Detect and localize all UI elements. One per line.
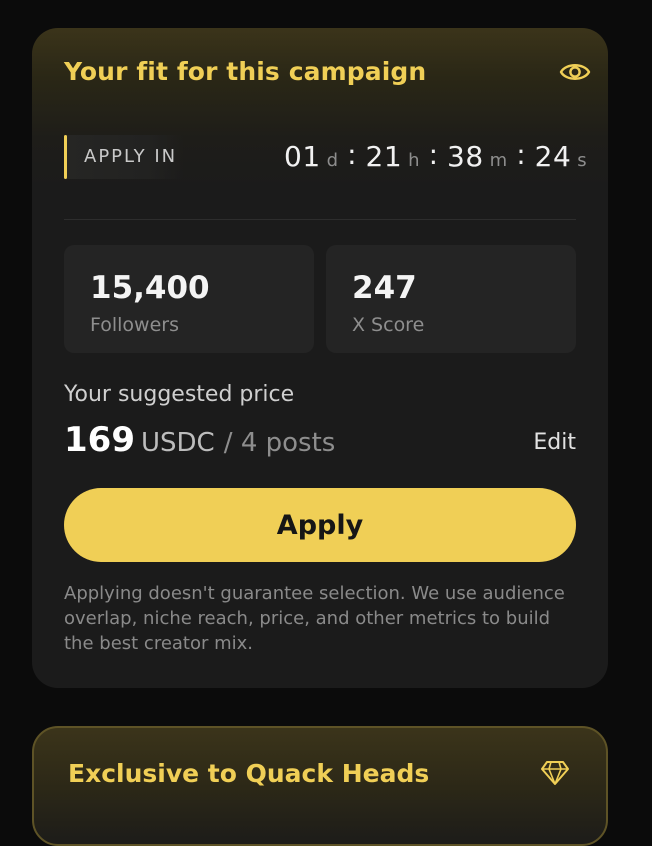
countdown-hours-unit: h bbox=[408, 150, 420, 171]
accent-bar bbox=[64, 135, 67, 179]
edit-price-link[interactable]: Edit bbox=[533, 429, 576, 457]
stat-label: X Score bbox=[352, 314, 425, 336]
divider bbox=[64, 219, 576, 220]
countdown-minutes-unit: m bbox=[489, 150, 508, 171]
exclusive-title: Exclusive to Quack Heads bbox=[68, 759, 430, 788]
countdown-seconds-unit: s bbox=[577, 150, 587, 171]
countdown-minutes: 38 bbox=[447, 140, 484, 173]
countdown-hours: 21 bbox=[365, 140, 403, 173]
countdown-separator: : bbox=[347, 138, 357, 171]
suggested-price-label: Your suggested price bbox=[64, 382, 295, 407]
price-per-posts: / 4 posts bbox=[223, 428, 336, 458]
countdown-days: 01 bbox=[284, 140, 321, 173]
stat-label: Followers bbox=[90, 314, 179, 336]
price-amount: 169 bbox=[64, 420, 135, 460]
countdown-separator: : bbox=[428, 138, 439, 171]
apply-in-label: APPLY IN bbox=[84, 146, 178, 167]
stat-value: 247 bbox=[352, 270, 417, 306]
price-currency: USDC bbox=[140, 428, 215, 458]
diamond-icon bbox=[541, 761, 569, 785]
suggested-price: 169 USDC / 4 posts bbox=[64, 420, 335, 466]
stat-value: 15,400 bbox=[90, 270, 210, 306]
apply-in-label-box: APPLY IN bbox=[64, 135, 184, 179]
stat-x-score: 247 X Score bbox=[326, 245, 576, 353]
countdown-separator: : bbox=[516, 138, 526, 171]
card-title: Your fit for this campaign bbox=[64, 57, 427, 86]
disclaimer-text: Applying doesn't guarantee selection. We… bbox=[64, 583, 565, 654]
countdown-timer: 01 d : 21 h : 38 m : 24 s bbox=[284, 138, 587, 176]
eye-icon[interactable] bbox=[559, 58, 591, 86]
campaign-fit-card: Your fit for this campaign APPLY IN 01 d… bbox=[32, 28, 608, 688]
countdown-days-unit: d bbox=[326, 150, 339, 171]
countdown-seconds: 24 bbox=[534, 140, 572, 173]
exclusive-card: Exclusive to Quack Heads bbox=[32, 726, 608, 846]
stat-followers: 15,400 Followers bbox=[64, 245, 314, 353]
apply-button[interactable]: Apply bbox=[64, 488, 576, 562]
